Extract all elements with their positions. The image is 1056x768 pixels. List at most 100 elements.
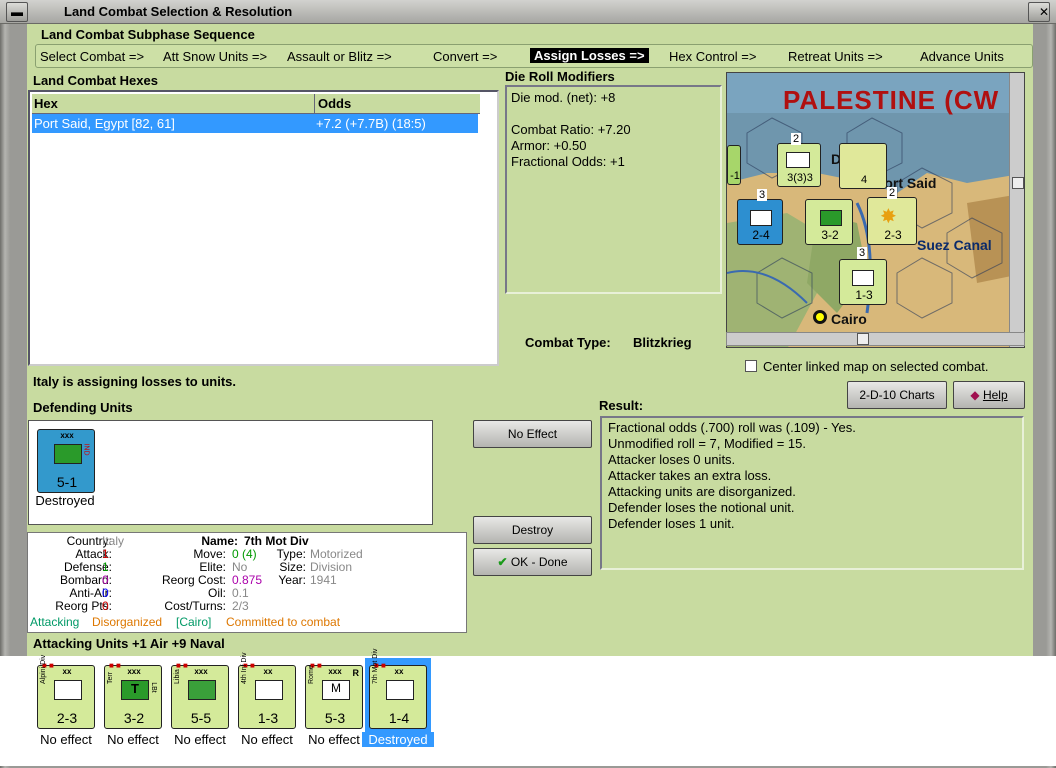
map-unit[interactable]: -1 — [727, 145, 741, 185]
status-location: [Cairo] — [176, 615, 212, 629]
close-icon: ✕ — [1038, 5, 1049, 19]
garrison-icon — [54, 444, 82, 464]
ok-done-label: OK - Done — [510, 555, 568, 569]
result-line: Fractional odds (.700) roll was (.109) -… — [608, 420, 856, 435]
attacking-caption: No effect — [107, 732, 159, 747]
unit-name: Libia — [174, 669, 181, 684]
unit-name: Terr — [107, 671, 114, 684]
destroy-button[interactable]: Destroy — [473, 516, 592, 544]
infantry-icon — [188, 680, 216, 700]
terr-icon — [820, 210, 842, 226]
stack-count: 2 — [791, 133, 802, 145]
attacking-caption: Destroyed — [362, 732, 434, 747]
unit-nation: IND — [82, 443, 90, 456]
map-unit[interactable]: ✸ 2-3 — [867, 197, 917, 245]
infantry-icon — [786, 152, 810, 168]
map-unit[interactable]: 2-4 — [737, 199, 783, 245]
status-disorganized: Disorganized — [92, 615, 163, 629]
combat-explosion-icon: ✸ — [880, 206, 897, 228]
defense-value: 1 — [102, 560, 109, 574]
map-unit[interactable]: 1-3 — [839, 259, 887, 305]
attacking-caption: No effect — [174, 732, 226, 747]
table-header: Hex Odds — [32, 94, 480, 114]
unit-name: 4th Inf Div — [241, 652, 248, 684]
attacking-unit[interactable]: ■ ■ xx Alpini Div 2-3 — [37, 655, 95, 729]
ok-done-button[interactable]: ✔ OK - Done — [473, 548, 592, 576]
main-panel: Land Combat Subphase Sequence Select Com… — [0, 24, 1056, 766]
map-unit-strength: 3-2 — [821, 228, 839, 242]
defending-units-box: xxx IND 5-1 Destroyed — [28, 420, 433, 525]
map-unit-strength: -1 — [730, 170, 740, 182]
map-unit-strength: 1-3 — [855, 288, 873, 302]
hexes-table[interactable]: Hex Odds Port Said, Egypt [82, 61] +7.2 … — [28, 90, 499, 366]
map-unit[interactable]: 3-2 — [805, 199, 853, 245]
die-mod-net: Die mod. (net): +8 — [511, 90, 616, 105]
defending-unit[interactable]: xxx IND 5-1 — [37, 429, 95, 493]
help-label: Help — [982, 388, 1008, 402]
unit-strength: 5-1 — [56, 474, 78, 490]
infantry-icon — [852, 270, 874, 286]
mod-line-3: Fractional Odds: +1 — [511, 154, 625, 169]
map-vscrollbar[interactable] — [1009, 73, 1024, 347]
status-attacking: Attacking — [30, 615, 80, 629]
attacking-caption: No effect — [241, 732, 293, 747]
map-unit-strength: 2-3 — [884, 228, 902, 242]
map-vscroll-thumb[interactable] — [1012, 177, 1024, 189]
step-retreat: Retreat Units => — [788, 49, 883, 64]
map-unit[interactable]: 4 — [839, 143, 887, 189]
map-unit-strength: 3(3)3 — [787, 172, 813, 184]
hexes-title: Land Combat Hexes — [33, 73, 158, 88]
map-hscrollbar[interactable] — [726, 332, 1025, 346]
map-unit-strength: 2-4 — [752, 228, 770, 242]
attacking-title: Attacking Units +1 Air +9 Naval — [33, 636, 225, 651]
title-bar: ▬ Land Combat Selection & Resolution ✕ — [0, 0, 1056, 24]
step-att-snow: Att Snow Units => — [163, 49, 268, 64]
table-row[interactable]: Port Said, Egypt [82, 61] +7.2 (+7.7B) (… — [32, 114, 478, 133]
result-line: Unmodified roll = 7, Modified = 15. — [608, 436, 806, 451]
reorg-pts-value: 0 — [102, 599, 109, 613]
help-button[interactable]: ◆ Help — [953, 381, 1025, 409]
country-value: Italy — [102, 534, 125, 548]
book-icon: ◆ — [970, 388, 980, 402]
result-line: Attacking units are disorganized. — [608, 484, 796, 499]
map-region-title: PALESTINE (CW — [783, 85, 1000, 115]
center-linked-checkbox[interactable] — [745, 360, 757, 372]
linked-map[interactable]: PALESTINE (CW Da Port Said Suez Canal Ca… — [726, 72, 1025, 348]
elite-value: No — [232, 560, 248, 574]
system-menu-button[interactable]: ▬ — [6, 2, 28, 22]
window-title: Land Combat Selection & Resolution — [64, 4, 293, 19]
step-convert: Convert => — [433, 49, 498, 64]
map-label-suez: Suez Canal — [917, 237, 992, 253]
infantry-icon — [750, 210, 772, 226]
attacking-unit[interactable]: ■ ■ xx 7th Mot Div 1-4 — [369, 649, 427, 729]
mechanized-icon: M — [322, 680, 350, 700]
cost-turns-value: 2/3 — [232, 599, 249, 613]
close-button[interactable]: ✕ — [1028, 2, 1050, 22]
stack-count: 3 — [757, 189, 768, 201]
attacking-unit[interactable]: ■ ■ xxx Libia 5-5 — [171, 661, 229, 729]
step-hex-control: Hex Control => — [669, 49, 757, 64]
map-hscroll-thumb[interactable] — [857, 333, 869, 345]
charts-button[interactable]: 2-D-10 Charts — [847, 381, 947, 409]
column-divider[interactable] — [314, 94, 315, 114]
attacking-unit[interactable]: ■ ■ xx 4th Inf Div 1-3 — [238, 652, 296, 729]
col-odds[interactable]: Odds — [318, 96, 351, 111]
center-linked-label: Center linked map on selected combat. — [763, 359, 989, 374]
unit-details: Country: Italy Attack: 1 Defense: 1 Bomb… — [27, 532, 467, 633]
step-select-combat: Select Combat => — [40, 49, 145, 64]
map-unit-strength: 4 — [860, 174, 868, 186]
type-label: Type: — [276, 547, 306, 561]
stack-count: 2 — [887, 187, 898, 199]
col-hex[interactable]: Hex — [34, 96, 58, 111]
subphase-bar: Select Combat => Att Snow Units => Assau… — [35, 44, 1033, 68]
attacking-unit[interactable]: ■ ■ xxx R Rome M 5-3 — [305, 661, 363, 729]
map-unit[interactable]: 3(3)3 — [777, 143, 821, 187]
cost-turns-label: Cost/Turns: — [164, 599, 226, 613]
no-effect-button[interactable]: No Effect — [473, 420, 592, 448]
step-advance: Advance Units — [920, 49, 1004, 64]
move-value: 0 (4) — [232, 547, 257, 561]
move-label: Move: — [193, 547, 226, 561]
modifiers-box: Die mod. (net): +8 Combat Ratio: +7.20 A… — [505, 85, 722, 294]
step-assign-losses: Assign Losses => — [530, 48, 649, 63]
attacking-unit[interactable]: ■ ■ xxx Terr T LBt 3-2 — [104, 661, 162, 729]
